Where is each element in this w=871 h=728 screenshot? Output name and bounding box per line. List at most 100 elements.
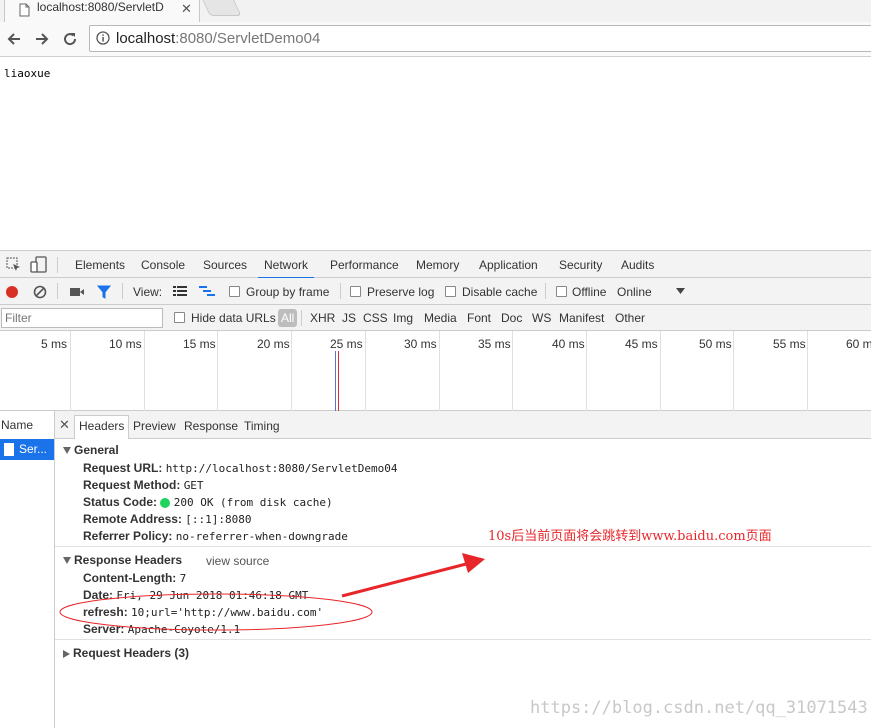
filter-type-other[interactable]: Other [615,311,645,325]
browser-toolbar: localhost:8080/ServletDemo04 [0,22,871,57]
timeline-overview[interactable]: 5 ms 10 ms 15 ms 20 ms 25 ms 30 ms 35 ms… [0,331,871,411]
annotation-text: 10s后当前页面将会跳转到www.baidu.com页面 [488,529,772,544]
timeline-tick-label: 35 ms [478,337,511,351]
request-list: Name Ser... [0,411,55,728]
offline-checkbox[interactable] [556,286,567,297]
filter-type-media[interactable]: Media [424,311,457,325]
list-item[interactable]: Ser... [0,439,54,460]
header-row: Referrer Policy: no-referrer-when-downgr… [83,529,348,543]
tab-response[interactable]: Response [184,419,238,433]
timeline-gridline [70,331,71,411]
request-panel: Name Ser... ✕ Headers Preview Response T… [0,411,871,728]
tab-memory[interactable]: Memory [416,258,459,272]
address-bar[interactable]: localhost:8080/ServletDemo04 [89,25,871,52]
timeline-tick-label: 45 ms [625,337,658,351]
tab-timing[interactable]: Timing [244,419,280,433]
tab-security[interactable]: Security [559,258,602,272]
timeline-gridline [365,331,366,411]
load-event-marker [338,351,339,411]
record-icon[interactable] [5,285,19,299]
timeline-tick-label: 40 ms [552,337,585,351]
tab-performance[interactable]: Performance [330,258,399,272]
divider [55,639,871,640]
header-row: Status Code: 200 OK (from disk cache) [83,495,333,509]
list-view-icon[interactable] [173,286,187,297]
url-text: localhost:8080/ServletDemo04 [116,30,321,47]
tab-sources[interactable]: Sources [203,258,247,272]
header-row: Date: Fri, 29 Jun 2018 01:46:18 GMT [83,588,309,602]
reload-icon[interactable] [62,31,78,47]
new-tab-button[interactable] [202,0,242,16]
filter-type-css[interactable]: CSS [363,311,388,325]
timeline-tick-label: 55 ms [773,337,806,351]
detail-tab-bar: ✕ Headers Preview Response Timing [55,411,871,439]
tab-network[interactable]: Network [258,258,315,279]
info-icon[interactable] [96,31,110,45]
filter-type-font[interactable]: Font [467,311,491,325]
dom-content-loaded-marker [335,351,336,411]
name-column-header[interactable]: Name [1,418,33,432]
separator [545,283,546,299]
browser-tab-strip: localhost:8080/ServletD ✕ [0,0,871,22]
waterfall-view-icon[interactable] [199,286,215,297]
timeline-gridline [512,331,513,411]
timeline-tick-label: 15 ms [183,337,216,351]
header-row: refresh: 10;url='http://www.baidu.com' [83,605,324,619]
filter-input[interactable] [1,308,163,328]
timeline-gridline [439,331,440,411]
page-viewport: liaoxue [0,58,871,250]
general-section-header[interactable]: General [63,443,119,457]
filter-type-manifest[interactable]: Manifest [559,311,604,325]
group-by-frame-checkbox[interactable] [229,286,240,297]
close-icon[interactable]: ✕ [59,417,70,433]
timeline-tick-label: 20 ms [257,337,290,351]
close-tab-icon[interactable]: ✕ [181,1,192,17]
filter-funnel-icon[interactable] [97,285,111,299]
response-headers-section-header[interactable]: Response Headers [63,553,182,567]
timeline-tick-label: 50 ms [699,337,732,351]
tab-audits[interactable]: Audits [621,258,654,272]
inspect-element-icon[interactable] [6,257,21,272]
forward-arrow-icon[interactable] [34,31,50,47]
disable-cache-checkbox[interactable] [445,286,456,297]
tab-headers[interactable]: Headers [74,415,130,439]
request-headers-section-header[interactable]: Request Headers (3) [63,646,189,660]
timeline-tick-label: 30 ms [404,337,437,351]
back-arrow-icon[interactable] [6,31,22,47]
tab-application[interactable]: Application [479,258,538,272]
divider [55,546,871,547]
header-row: Request Method: GET [83,478,204,492]
timeline-gridline [807,331,808,411]
chevron-down-icon[interactable] [676,288,686,295]
header-row: Request URL: http://localhost:8080/Servl… [83,461,398,475]
filter-type-doc[interactable]: Doc [501,311,522,325]
filter-type-all[interactable]: All [278,309,298,327]
filter-type-img[interactable]: Img [393,311,413,325]
browser-tab[interactable]: localhost:8080/ServletD ✕ [4,0,200,22]
hide-data-urls-checkbox[interactable] [174,312,185,323]
disable-cache-label: Disable cache [462,285,538,299]
throttling-select[interactable]: Online [617,285,652,299]
preserve-log-checkbox[interactable] [350,286,361,297]
filter-type-xhr[interactable]: XHR [310,311,335,325]
tab-elements[interactable]: Elements [75,258,125,272]
timeline-gridline [144,331,145,411]
timeline-gridline [733,331,734,411]
timeline-gridline [660,331,661,411]
filter-type-ws[interactable]: WS [532,311,551,325]
separator [340,283,341,299]
header-row: Content-Length: 7 [83,571,187,585]
tab-console[interactable]: Console [141,258,185,272]
tab-preview[interactable]: Preview [133,419,176,433]
view-source-link[interactable]: view source [206,554,269,568]
device-toolbar-icon[interactable] [30,256,47,273]
status-dot-icon [160,497,171,508]
video-camera-icon[interactable] [69,286,85,298]
timeline-tick-label: 5 ms [41,337,68,351]
document-icon [4,443,14,456]
separator [57,257,58,273]
clear-icon[interactable] [33,285,47,299]
filter-type-js[interactable]: JS [342,311,356,325]
separator [122,283,123,299]
request-name: Ser... [19,442,48,456]
